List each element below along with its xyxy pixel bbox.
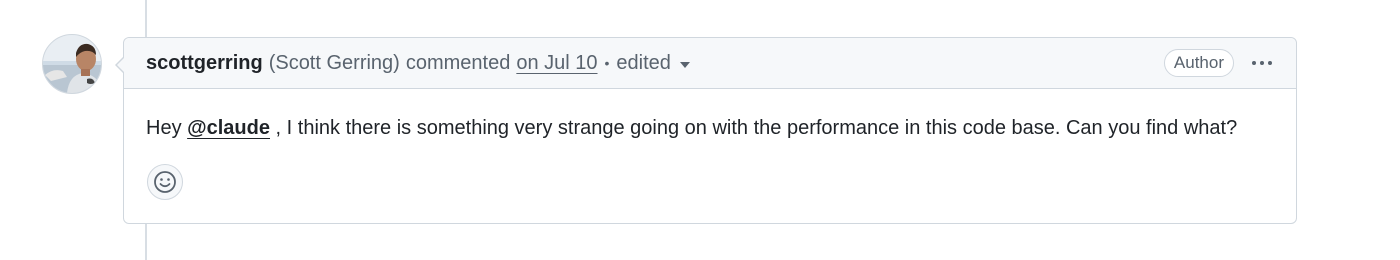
body-text-suffix: , I think there is something very strang…	[270, 117, 1238, 139]
smiley-icon	[154, 171, 176, 193]
comment-header: scottgerring (Scott Gerring) commented o…	[124, 38, 1296, 89]
separator-bullet: •	[604, 55, 610, 71]
kebab-horizontal-icon[interactable]	[1250, 55, 1274, 71]
triangle-down-icon	[679, 61, 690, 68]
kebab-dot	[1268, 61, 1272, 65]
comment-timestamp[interactable]: on Jul 10	[516, 52, 597, 75]
comment-action: commented	[405, 51, 511, 74]
kebab-dot	[1260, 61, 1264, 65]
kebab-dot	[1252, 61, 1256, 65]
author-login[interactable]: scottgerring	[146, 52, 263, 75]
author-badge: Author	[1163, 49, 1234, 77]
comment-caret-fill	[117, 57, 125, 73]
author-full-name: (Scott Gerring)	[268, 51, 400, 74]
body-text-prefix: Hey	[146, 117, 188, 139]
edited-label: edited	[616, 51, 671, 74]
user-mention-link[interactable]: @claude	[187, 117, 270, 139]
avatar-photo	[43, 35, 101, 93]
comment-body: Hey @claude , I think there is something…	[124, 89, 1296, 141]
avatar[interactable]	[42, 34, 102, 94]
comment-box: scottgerring (Scott Gerring) commented o…	[115, 37, 1297, 224]
edited-history-dropdown[interactable]: edited	[616, 52, 690, 75]
add-reaction-button[interactable]	[147, 164, 183, 200]
